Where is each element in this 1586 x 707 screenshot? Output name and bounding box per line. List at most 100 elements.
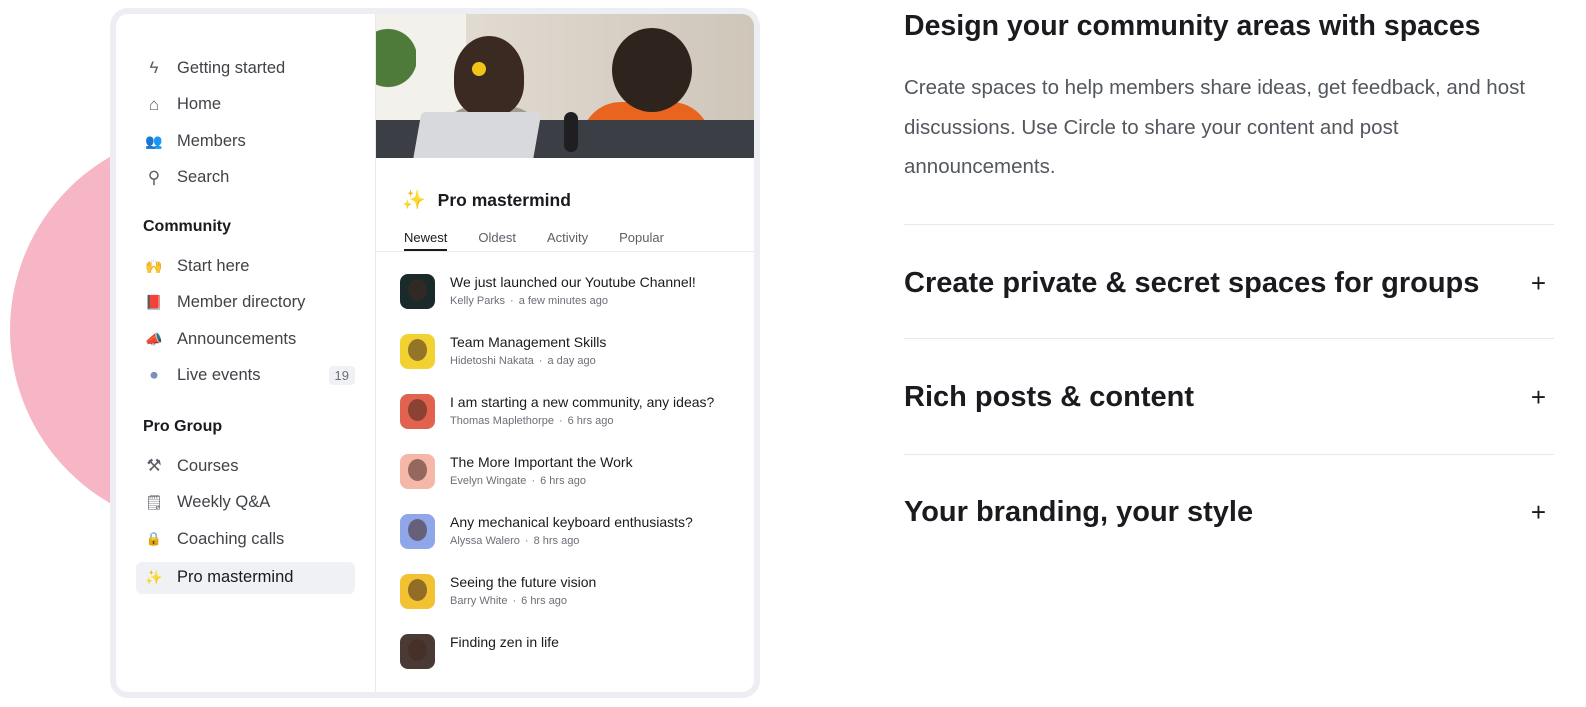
post-author: Alyssa Walero [450,534,520,547]
divider [904,454,1554,455]
divider [904,338,1554,339]
sidebar-item-weekly-qa[interactable]: 🗒 Weekly Q&A [136,485,355,522]
sidebar-item-home[interactable]: ⌂ Home [136,87,355,124]
sidebar-item-pro-mastermind[interactable]: ✨ Pro mastermind [136,561,355,594]
megaphone-icon: 📣 [145,330,163,347]
accordion-item-private-spaces[interactable]: Create private & secret spaces for group… [904,260,1554,306]
avatar [400,513,435,549]
tab-activity[interactable]: Activity [547,226,588,251]
post-title: We just launched our Youtube Channel! [450,273,696,290]
sidebar-item-members[interactable]: 👥 Members [136,123,355,160]
accordion-title: Create private & secret spaces for group… [904,266,1480,299]
divider [904,224,1554,225]
space-cover-image [376,14,754,159]
sidebar-item-live-events[interactable]: ⏺ Live events 19 [136,358,355,395]
post-author: Thomas Maplethorpe [450,414,554,427]
post-meta: Evelyn Wingate · 6 hrs ago [450,474,586,487]
post-meta: Barry White · 6 hrs ago [450,594,568,607]
plus-icon[interactable]: + [1531,268,1546,299]
post-title: The More Important the Work [450,453,633,470]
sidebar-item-coaching-calls[interactable]: 🔒 Coaching calls [136,521,355,558]
accordion-title: Your branding, your style [904,495,1254,528]
post-time: a few minutes ago [518,294,608,307]
sidebar-item-label: Member directory [177,293,306,312]
accordion-item-branding[interactable]: Your branding, your style + [904,489,1554,535]
sidebar-item-label: Courses [177,456,239,475]
post-title: I am starting a new community, any ideas… [450,393,715,410]
plus-icon[interactable]: + [1531,382,1546,413]
app-preview-card: ϟ Getting started ⌂ Home 👥 Members ⚲ Sea… [110,8,760,698]
sidebar-item-label: Weekly Q&A [177,493,271,512]
sidebar-item-courses[interactable]: ⚒ Courses [136,448,355,485]
sidebar-item-label: Getting started [177,58,286,77]
notepad-icon: 🗒 [145,494,163,511]
post-time: a day ago [547,354,596,367]
post-title: Seeing the future vision [450,573,597,590]
post-meta: Alyssa Walero · 8 hrs ago [450,534,580,547]
plus-icon[interactable]: + [1531,497,1546,528]
space-title: Pro mastermind [437,189,571,210]
post-item[interactable]: Team Management Skills Hidetoshi Nakata ·… [400,332,754,392]
avatar [400,633,435,669]
sidebar-item-label: Coaching calls [177,529,285,548]
space-tabs: Newest Oldest Activity Popular [376,226,754,252]
hero-microphone [564,112,578,152]
sidebar-item-label: Pro mastermind [177,568,294,586]
hero-person-left-head [454,36,524,116]
post-time: 6 hrs ago [521,594,568,607]
hero-laptop [410,112,542,159]
post-time: 6 hrs ago [567,414,614,427]
avatar [400,453,435,489]
avatar [400,573,435,609]
live-events-count-badge: 19 [328,366,355,386]
post-item[interactable]: We just launched our Youtube Channel! Ke… [400,272,754,332]
sidebar: ϟ Getting started ⌂ Home 👥 Members ⚲ Sea… [116,14,376,692]
sidebar-item-start-here[interactable]: 🙌 Start here [136,248,355,285]
avatar [400,333,435,369]
tab-oldest[interactable]: Oldest [478,226,516,251]
tab-newest[interactable]: Newest [404,226,448,251]
sidebar-item-label: Home [177,95,222,114]
post-item[interactable]: The More Important the Work Evelyn Winga… [400,452,754,512]
lock-icon: 🔒 [145,531,163,547]
sidebar-item-member-directory[interactable]: 📕 Member directory [136,285,355,322]
post-item[interactable]: Any mechanical keyboard enthusiasts? Aly… [400,512,754,572]
record-button-icon: ⏺ [150,367,158,385]
pro-group-section-title: Pro Group [143,418,223,435]
accordion-item-rich-posts[interactable]: Rich posts & content + [904,374,1554,420]
sidebar-item-label: Live events [177,366,261,385]
sidebar-item-search[interactable]: ⚲ Search [136,160,355,197]
hero-person-right-head [612,28,692,112]
sidebar-item-label: Start here [177,256,250,275]
sidebar-item-label: Announcements [177,329,297,348]
sidebar-item-label: Search [177,168,230,187]
sidebar-item-getting-started[interactable]: ϟ Getting started [136,50,355,87]
post-meta: Kelly Parks · a few minutes ago [450,294,608,307]
search-icon: ⚲ [147,167,161,187]
post-item[interactable]: Finding zen in life [400,632,754,692]
post-list: We just launched our Youtube Channel! Ke… [376,252,754,692]
home-icon: ⌂ [148,94,160,114]
sidebar-top-nav: ϟ Getting started ⌂ Home 👥 Members ⚲ Sea… [136,50,355,196]
book-icon: 📕 [145,294,163,311]
avatar [400,273,435,309]
post-item[interactable]: Seeing the future vision Barry White · 6 h… [400,572,754,632]
bolt-icon: ϟ [149,58,159,78]
community-section-title: Community [143,218,231,235]
post-item[interactable]: I am starting a new community, any ideas… [400,392,754,452]
post-time: 8 hrs ago [533,534,580,547]
post-meta: Thomas Maplethorpe · 6 hrs ago [450,414,614,427]
raised-hands-icon: 🙌 [145,257,163,274]
tab-popular[interactable]: Popular [619,226,664,251]
space-header: ✨ Pro mastermind [376,158,754,214]
avatar [400,393,435,429]
post-time: 6 hrs ago [540,474,586,487]
post-title: Team Management Skills [450,333,607,350]
hero-headphones [472,62,486,76]
sparkles-icon: ✨ [402,190,426,212]
feature-description: Create spaces to help members share idea… [904,76,1526,178]
sidebar-item-announcements[interactable]: 📣 Announcements [136,321,355,358]
post-meta: Hidetoshi Nakata · a day ago [450,354,596,367]
space-main-pane: ✨ Pro mastermind Newest Oldest Activity … [376,14,754,692]
sparkles-icon: ✨ [145,569,163,585]
